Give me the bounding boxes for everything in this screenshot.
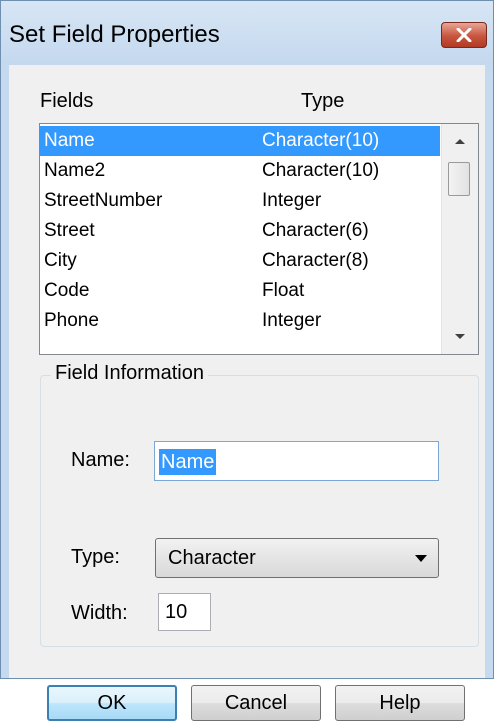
chevron-up-icon — [455, 139, 465, 144]
chevron-down-icon — [455, 334, 465, 339]
list-item[interactable]: Phone Integer — [40, 306, 440, 336]
list-item[interactable]: Street Character(6) — [40, 216, 440, 246]
title-bar[interactable]: Set Field Properties — [1, 1, 493, 65]
list-item[interactable]: StreetNumber Integer — [40, 186, 440, 216]
fields-listbox[interactable]: Name Character(10) Name2 Character(10) S… — [39, 123, 479, 355]
type-label: Type: — [71, 546, 120, 568]
name-input[interactable]: Name — [154, 441, 439, 481]
scroll-thumb[interactable] — [448, 162, 470, 196]
ok-button-label: OK — [97, 691, 127, 714]
field-type: Character(10) — [262, 160, 380, 181]
list-item[interactable]: Name Character(10) — [40, 126, 440, 156]
list-item[interactable]: Code Float — [40, 276, 440, 306]
field-type: Integer — [262, 310, 322, 331]
help-button[interactable]: Help — [335, 685, 465, 721]
chevron-down-icon — [415, 555, 427, 562]
scroll-up-button[interactable] — [442, 124, 478, 158]
close-button[interactable] — [441, 22, 487, 48]
fields-column-header: Fields — [40, 90, 94, 112]
field-name: Name — [44, 130, 95, 151]
list-item[interactable]: City Character(8) — [40, 246, 440, 276]
list-scrollbar[interactable] — [441, 124, 478, 354]
ok-button[interactable]: OK — [47, 685, 177, 721]
dialog-window: Set Field Properties Fields Type Name Ch… — [0, 0, 494, 721]
name-label: Name: — [71, 449, 130, 471]
type-dropdown-value: Character — [168, 547, 256, 569]
width-input[interactable]: 10 — [158, 593, 211, 631]
scroll-down-button[interactable] — [442, 320, 478, 354]
name-input-value: Name — [159, 449, 217, 475]
width-input-value: 10 — [165, 601, 188, 623]
field-type: Integer — [262, 190, 322, 211]
width-label: Width: — [71, 602, 128, 624]
field-name: Name2 — [44, 160, 106, 181]
field-information-legend: Field Information — [51, 362, 208, 385]
field-name: Code — [44, 280, 90, 301]
dialog-client-area: Fields Type Name Character(10) Name2 Cha… — [9, 65, 485, 721]
field-type: Float — [262, 280, 305, 301]
cancel-button[interactable]: Cancel — [191, 685, 321, 721]
type-column-header: Type — [301, 90, 345, 112]
field-type: Character(10) — [262, 130, 380, 151]
field-name: StreetNumber — [44, 190, 163, 211]
list-item[interactable]: Name2 Character(10) — [40, 156, 440, 186]
close-icon — [456, 28, 472, 42]
cancel-button-label: Cancel — [224, 691, 288, 714]
type-dropdown[interactable]: Character — [155, 538, 439, 578]
dialog-title: Set Field Properties — [9, 21, 220, 48]
field-name: City — [44, 250, 77, 271]
help-button-label: Help — [379, 691, 421, 714]
field-type: Character(8) — [262, 250, 369, 271]
field-name: Street — [44, 220, 95, 241]
field-type: Character(6) — [262, 220, 369, 241]
field-name: Phone — [44, 310, 99, 331]
